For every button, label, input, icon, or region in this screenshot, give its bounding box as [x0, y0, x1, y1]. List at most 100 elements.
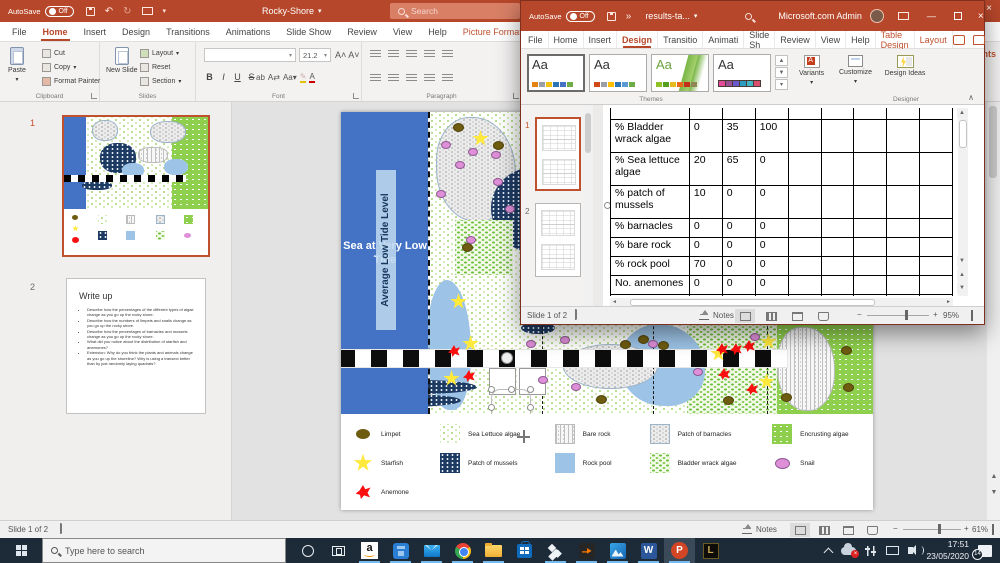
action-center-icon[interactable]: 14 — [978, 545, 992, 557]
table-cell[interactable] — [821, 186, 854, 219]
theme-card[interactable]: Aa — [651, 54, 709, 92]
table-cell[interactable] — [887, 238, 920, 257]
table-cell[interactable] — [821, 219, 854, 238]
notes-button[interactable]: Notes — [699, 311, 734, 320]
table-cell[interactable] — [887, 108, 920, 120]
table-cell[interactable] — [689, 295, 722, 297]
customize-qat-icon[interactable]: ▾ — [163, 7, 167, 15]
taskbar-clock[interactable]: 17:51 23/05/2020 — [926, 539, 969, 561]
copy-button[interactable]: Copy ▾ — [42, 63, 76, 72]
format-i-button[interactable]: I — [218, 72, 229, 82]
table-row[interactable]: % rock pool7000 — [611, 257, 953, 276]
themes-scroll-down[interactable]: ▼ — [775, 67, 788, 78]
themes-scroll-up[interactable]: ▲ — [775, 55, 788, 66]
search-input[interactable] — [411, 6, 501, 16]
table-cell[interactable] — [920, 186, 953, 219]
table-cell[interactable] — [887, 153, 920, 186]
table-cell[interactable] — [722, 108, 755, 120]
normal-view-button[interactable] — [790, 523, 810, 537]
font-dialog-launcher[interactable] — [353, 93, 359, 99]
table-cell[interactable]: 35 — [722, 120, 755, 153]
layout-button[interactable]: Layout ▾ — [140, 49, 179, 58]
maximize-button[interactable] — [954, 12, 962, 20]
align-center-icon[interactable] — [388, 74, 399, 83]
design-ideas-button[interactable]: Design Ideas — [883, 55, 927, 77]
notes-button[interactable]: Notes — [742, 525, 777, 534]
table-cell[interactable]: 0 — [722, 238, 755, 257]
table-cell[interactable] — [821, 238, 854, 257]
undo-icon[interactable]: ↶ — [105, 6, 113, 17]
table-cell[interactable]: 0 — [755, 219, 788, 238]
zoom-slider-track[interactable] — [903, 529, 961, 530]
tray-expand-icon[interactable] — [824, 547, 834, 557]
tab-table-design[interactable]: Table Design — [876, 31, 915, 48]
fit-slide-button[interactable] — [971, 310, 973, 321]
table-cell[interactable]: 20 — [689, 153, 722, 186]
table-cell[interactable]: 0 — [722, 186, 755, 219]
tab-home[interactable]: Home — [35, 22, 76, 41]
comments-icon[interactable] — [973, 35, 985, 45]
legend-item-limpet[interactable]: Limpet — [353, 424, 436, 444]
table-row[interactable]: % bare rock000 — [611, 238, 953, 257]
autosave-toggle[interactable]: AutoSave Off — [529, 11, 595, 22]
row-label[interactable]: % Sea lettuce algae — [611, 153, 690, 186]
table-cell[interactable] — [920, 276, 953, 295]
row-label[interactable]: % barnacles — [611, 219, 690, 238]
taskbar-app-mail[interactable] — [416, 538, 447, 563]
table-cell[interactable]: 0 — [722, 257, 755, 276]
table-cell[interactable] — [788, 238, 821, 257]
audio-mixer-icon[interactable] — [865, 546, 877, 556]
table-cell[interactable]: 0 — [689, 276, 722, 295]
section-button[interactable]: Section ▾ — [140, 77, 181, 86]
table-cell[interactable]: 0 — [755, 257, 788, 276]
ribbon-display-options-icon[interactable] — [898, 12, 909, 20]
avatar[interactable] — [870, 9, 884, 23]
tab-animations[interactable]: Animations — [218, 22, 279, 41]
table-cell[interactable]: 0 — [755, 276, 788, 295]
row-label[interactable]: % bare rock — [611, 238, 690, 257]
redo-icon[interactable]: ↻ — [123, 6, 131, 17]
start-button[interactable] — [0, 538, 42, 563]
format-b-button[interactable]: B — [204, 72, 215, 82]
numbering-icon[interactable] — [388, 50, 399, 59]
zoom-out-button[interactable]: − — [857, 310, 862, 319]
new-slide-button[interactable]: New Slide — [106, 47, 138, 74]
table-cell[interactable]: 0 — [689, 238, 722, 257]
table-cell[interactable] — [887, 219, 920, 238]
legend-item-mussels[interactable]: Patch of mussels — [440, 453, 551, 473]
row-label[interactable]: No. anemones — [611, 276, 690, 295]
decrease-indent-icon[interactable] — [406, 50, 417, 59]
legend-item-barnacles[interactable]: Patch of barnacles — [650, 424, 769, 444]
table-cell[interactable] — [887, 186, 920, 219]
selected-shape[interactable] — [491, 389, 531, 414]
char-spacing-icon[interactable]: A⇄ — [268, 73, 280, 82]
change-case-icon[interactable]: Aa▾ — [283, 73, 297, 82]
table-row[interactable]: % Bladder wrack algae035100 — [611, 120, 953, 153]
table-cell[interactable] — [854, 276, 887, 295]
tab-file[interactable]: File — [523, 31, 549, 48]
tab-design[interactable]: Design — [617, 31, 658, 48]
table-cell[interactable] — [920, 153, 953, 186]
table-cell[interactable] — [854, 120, 887, 153]
font-size-select[interactable]: 21.2▾ — [299, 48, 331, 62]
taskbar-app-dropbox[interactable] — [540, 538, 571, 563]
autosave-toggle[interactable]: AutoSave Off — [8, 6, 74, 17]
tab-review[interactable]: Review — [339, 22, 385, 41]
slideshow-view-button[interactable] — [813, 309, 833, 323]
display-device-icon[interactable] — [886, 546, 899, 555]
tab-slide-sh[interactable]: Slide Sh — [744, 31, 775, 48]
results-slide1-thumbnail[interactable] — [535, 117, 581, 191]
highlight-color-icon[interactable]: ✎ — [300, 72, 307, 83]
taskbar-app-league-app[interactable]: L — [695, 538, 726, 563]
zoom-out-button[interactable]: − — [893, 524, 898, 533]
table-cell[interactable] — [821, 120, 854, 153]
thumbnail-scrollbar[interactable] — [583, 105, 593, 307]
editor-scrollbar[interactable] — [987, 102, 1000, 520]
table-cell[interactable] — [821, 295, 854, 297]
theme-card-office[interactable]: Aa — [527, 54, 585, 92]
taskbar-app-powerpoint[interactable]: P — [664, 538, 695, 563]
paragraph-dialog-launcher[interactable] — [513, 93, 519, 99]
table-cell[interactable]: 0 — [722, 276, 755, 295]
table-cell[interactable]: 0 — [722, 219, 755, 238]
next-slide-button[interactable]: ▼ — [957, 283, 967, 294]
